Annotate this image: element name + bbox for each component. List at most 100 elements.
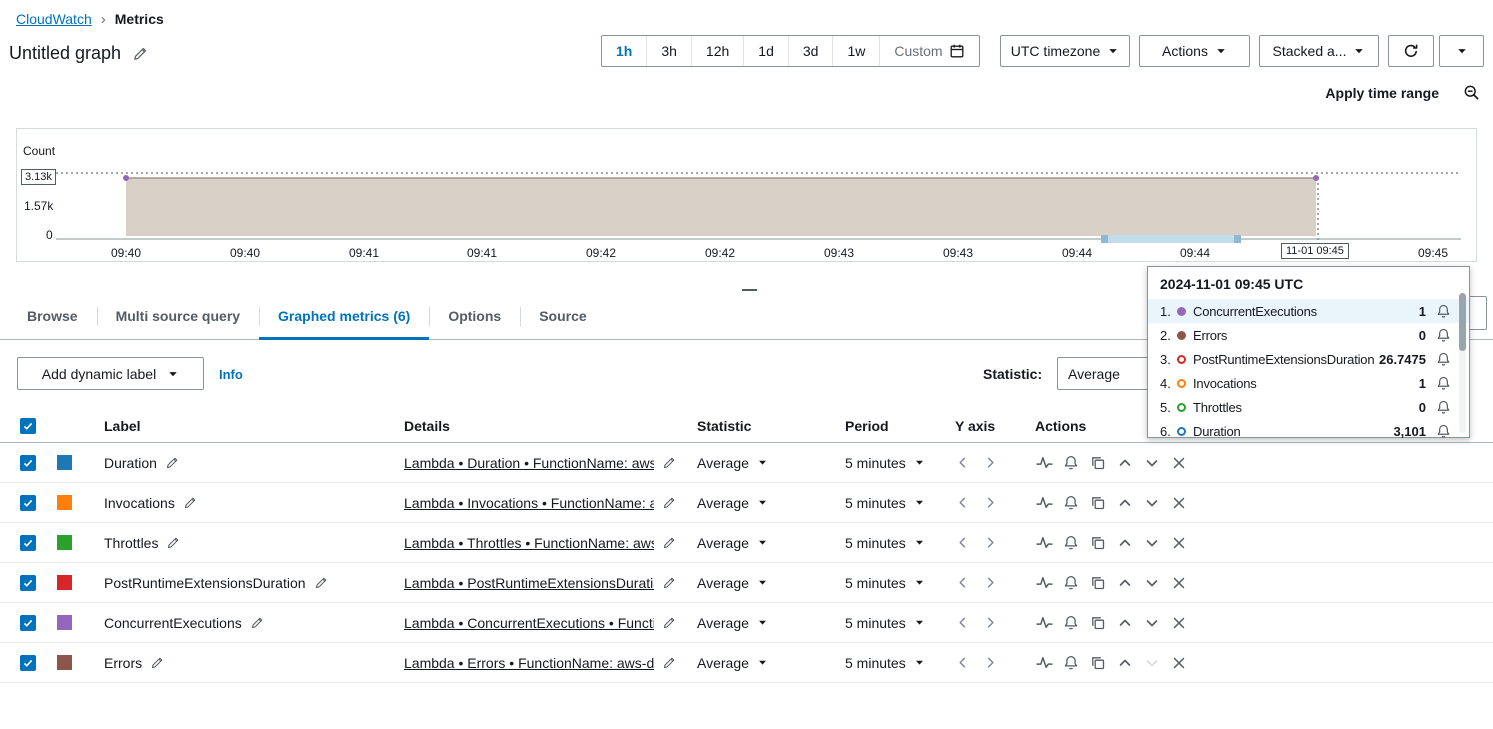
row-checkbox[interactable] <box>20 615 36 631</box>
pulse-alarm-icon[interactable] <box>1035 454 1053 472</box>
remove-metric-icon[interactable] <box>1170 454 1188 472</box>
y-axis-left-icon[interactable] <box>955 535 970 550</box>
y-axis-left-icon[interactable] <box>955 575 970 590</box>
metric-details-link[interactable]: Lambda • Throttles • FunctionName: aws- <box>404 535 654 551</box>
row-period-select[interactable]: 5 minutes <box>845 575 925 591</box>
move-down-icon[interactable] <box>1143 494 1161 512</box>
tab-multi-source-query[interactable]: Multi source query <box>97 293 259 339</box>
metric-details-link[interactable]: Lambda • Duration • FunctionName: aws- <box>404 455 654 471</box>
move-up-icon[interactable] <box>1116 494 1134 512</box>
edit-label-pencil-icon[interactable] <box>314 576 328 590</box>
create-alarm-bell-icon[interactable] <box>1062 534 1080 552</box>
row-statistic-select[interactable]: Average <box>697 495 768 511</box>
move-up-icon[interactable] <box>1116 574 1134 592</box>
y-axis-right-icon[interactable] <box>983 615 998 630</box>
row-period-select[interactable]: 5 minutes <box>845 455 925 471</box>
duplicate-icon[interactable] <box>1089 654 1107 672</box>
tab-graphed-metrics[interactable]: Graphed metrics (6) <box>259 293 429 339</box>
create-alarm-bell-icon[interactable] <box>1436 376 1451 391</box>
create-alarm-bell-icon[interactable] <box>1062 654 1080 672</box>
scrollbar-right-handle[interactable] <box>1234 235 1241 243</box>
row-period-select[interactable]: 5 minutes <box>845 535 925 551</box>
create-alarm-bell-icon[interactable] <box>1062 614 1080 632</box>
edit-details-pencil-icon[interactable] <box>662 456 676 470</box>
create-alarm-bell-icon[interactable] <box>1062 574 1080 592</box>
edit-details-pencil-icon[interactable] <box>662 576 676 590</box>
edit-label-pencil-icon[interactable] <box>165 456 179 470</box>
edit-label-pencil-icon[interactable] <box>183 496 197 510</box>
edit-details-pencil-icon[interactable] <box>662 656 676 670</box>
create-alarm-bell-icon[interactable] <box>1436 328 1451 343</box>
remove-metric-icon[interactable] <box>1170 494 1188 512</box>
metric-details-link[interactable]: Lambda • ConcurrentExecutions • Functio <box>404 615 654 631</box>
tooltip-row[interactable]: 4. Invocations 1 <box>1148 371 1469 395</box>
duplicate-icon[interactable] <box>1089 534 1107 552</box>
apply-time-range-label[interactable]: Apply time range <box>1325 85 1439 101</box>
tab-source[interactable]: Source <box>520 293 605 339</box>
move-down-icon[interactable] <box>1143 614 1161 632</box>
move-down-icon[interactable] <box>1143 454 1161 472</box>
breadcrumb-cloudwatch-link[interactable]: CloudWatch <box>16 11 92 27</box>
tab-options[interactable]: Options <box>429 293 520 339</box>
timeline-scrollbar[interactable] <box>1101 235 1241 243</box>
edit-label-pencil-icon[interactable] <box>250 616 264 630</box>
pulse-alarm-icon[interactable] <box>1035 534 1053 552</box>
timezone-dropdown[interactable]: UTC timezone <box>1000 35 1130 67</box>
y-axis-left-icon[interactable] <box>955 455 970 470</box>
time-range-12h[interactable]: 12h <box>691 36 743 66</box>
tooltip-row[interactable]: 2. Errors 0 <box>1148 323 1469 347</box>
row-statistic-select[interactable]: Average <box>697 655 768 671</box>
tooltip-scrollbar-thumb[interactable] <box>1459 293 1466 351</box>
edit-details-pencil-icon[interactable] <box>662 616 676 630</box>
remove-metric-icon[interactable] <box>1170 534 1188 552</box>
chart-plot-area[interactable] <box>17 129 1476 261</box>
time-range-1h[interactable]: 1h <box>602 36 646 66</box>
remove-metric-icon[interactable] <box>1170 574 1188 592</box>
y-axis-right-icon[interactable] <box>983 455 998 470</box>
y-axis-left-icon[interactable] <box>955 655 970 670</box>
edit-details-pencil-icon[interactable] <box>662 536 676 550</box>
y-axis-left-icon[interactable] <box>955 495 970 510</box>
y-axis-right-icon[interactable] <box>983 495 998 510</box>
zoom-out-icon[interactable] <box>1463 84 1480 101</box>
remove-metric-icon[interactable] <box>1170 654 1188 672</box>
row-checkbox[interactable] <box>20 655 36 671</box>
metric-details-link[interactable]: Lambda • Errors • FunctionName: aws-dis <box>404 655 654 671</box>
row-checkbox[interactable] <box>20 455 36 471</box>
edit-title-pencil-icon[interactable] <box>132 46 148 62</box>
row-statistic-select[interactable]: Average <box>697 535 768 551</box>
y-axis-right-icon[interactable] <box>983 535 998 550</box>
create-alarm-bell-icon[interactable] <box>1436 400 1451 415</box>
time-range-3h[interactable]: 3h <box>646 36 691 66</box>
row-statistic-select[interactable]: Average <box>697 615 768 631</box>
time-range-custom[interactable]: Custom <box>879 36 978 66</box>
move-down-icon[interactable] <box>1143 574 1161 592</box>
pulse-alarm-icon[interactable] <box>1035 574 1053 592</box>
y-axis-right-icon[interactable] <box>983 655 998 670</box>
edit-label-pencil-icon[interactable] <box>166 536 180 550</box>
pulse-alarm-icon[interactable] <box>1035 614 1053 632</box>
create-alarm-bell-icon[interactable] <box>1436 352 1451 367</box>
row-checkbox[interactable] <box>20 495 36 511</box>
select-all-checkbox[interactable] <box>20 418 36 434</box>
edit-details-pencil-icon[interactable] <box>662 496 676 510</box>
move-down-icon[interactable] <box>1143 534 1161 552</box>
move-up-icon[interactable] <box>1116 614 1134 632</box>
create-alarm-bell-icon[interactable] <box>1062 454 1080 472</box>
create-alarm-bell-icon[interactable] <box>1436 424 1451 439</box>
time-range-1w[interactable]: 1w <box>832 36 879 66</box>
duplicate-icon[interactable] <box>1089 574 1107 592</box>
row-period-select[interactable]: 5 minutes <box>845 495 925 511</box>
time-range-3d[interactable]: 3d <box>788 36 833 66</box>
row-checkbox[interactable] <box>20 575 36 591</box>
row-checkbox[interactable] <box>20 535 36 551</box>
move-up-icon[interactable] <box>1116 654 1134 672</box>
refresh-button[interactable] <box>1388 35 1434 67</box>
metric-details-link[interactable]: Lambda • Invocations • FunctionName: aw <box>404 495 654 511</box>
create-alarm-bell-icon[interactable] <box>1436 304 1451 319</box>
y-axis-left-icon[interactable] <box>955 615 970 630</box>
metric-details-link[interactable]: Lambda • PostRuntimeExtensionsDuratio <box>404 575 654 591</box>
tab-browse[interactable]: Browse <box>8 293 97 339</box>
info-link[interactable]: Info <box>219 367 243 382</box>
move-up-icon[interactable] <box>1116 534 1134 552</box>
